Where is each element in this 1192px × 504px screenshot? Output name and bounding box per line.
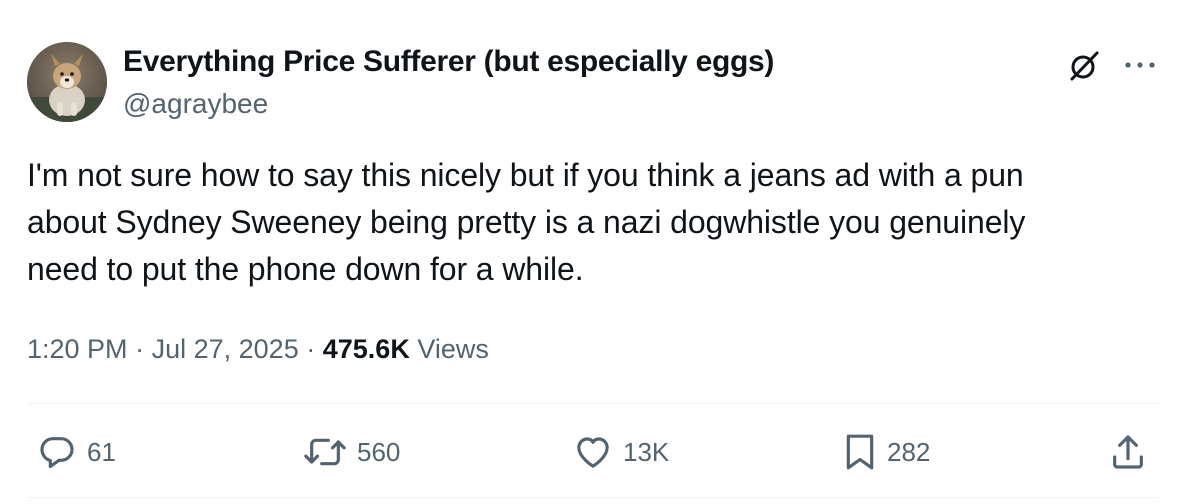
avatar[interactable] [27, 42, 107, 122]
like-count: 13K [623, 437, 670, 467]
meta-separator: · [306, 334, 316, 364]
bookmark-button[interactable]: 282 [843, 432, 930, 472]
reply-count: 61 [87, 437, 116, 467]
reply-button[interactable]: 61 [37, 432, 116, 472]
repost-count: 560 [357, 437, 401, 467]
user-handle[interactable]: @agraybee [123, 87, 268, 121]
repost-icon [304, 438, 346, 466]
divider [27, 403, 1159, 404]
more-options-button[interactable] [1118, 48, 1162, 82]
display-name[interactable]: Everything Price Sufferer (but especiall… [123, 44, 774, 80]
tweet-card: Everything Price Sufferer (but especiall… [0, 0, 1192, 504]
share-button[interactable] [1108, 432, 1148, 472]
tweet-metadata: 1:20 PM · Jul 27, 2025 · 475.6K Views [27, 331, 489, 367]
reply-icon [40, 437, 74, 469]
tweet-text: I'm not sure how to say this nicely but … [27, 157, 1026, 287]
bookmark-icon [846, 434, 874, 470]
divider [27, 497, 1159, 498]
tweet-date[interactable]: Jul 27, 2025 [152, 334, 299, 364]
bookmark-count: 282 [887, 437, 931, 467]
meta-separator: · [135, 334, 145, 364]
dog-photo-avatar-icon [27, 42, 107, 122]
views-count[interactable]: 475.6K [323, 334, 410, 364]
grok-icon [1070, 51, 1099, 81]
repost-button[interactable]: 560 [303, 432, 400, 472]
views-label: Views [417, 334, 489, 364]
tweet-time[interactable]: 1:20 PM [27, 334, 128, 364]
like-button[interactable]: 13K [573, 432, 669, 472]
grok-button[interactable] [1064, 46, 1104, 86]
heart-icon [577, 437, 609, 468]
share-icon [1113, 435, 1143, 469]
more-options-icon [1125, 62, 1155, 68]
